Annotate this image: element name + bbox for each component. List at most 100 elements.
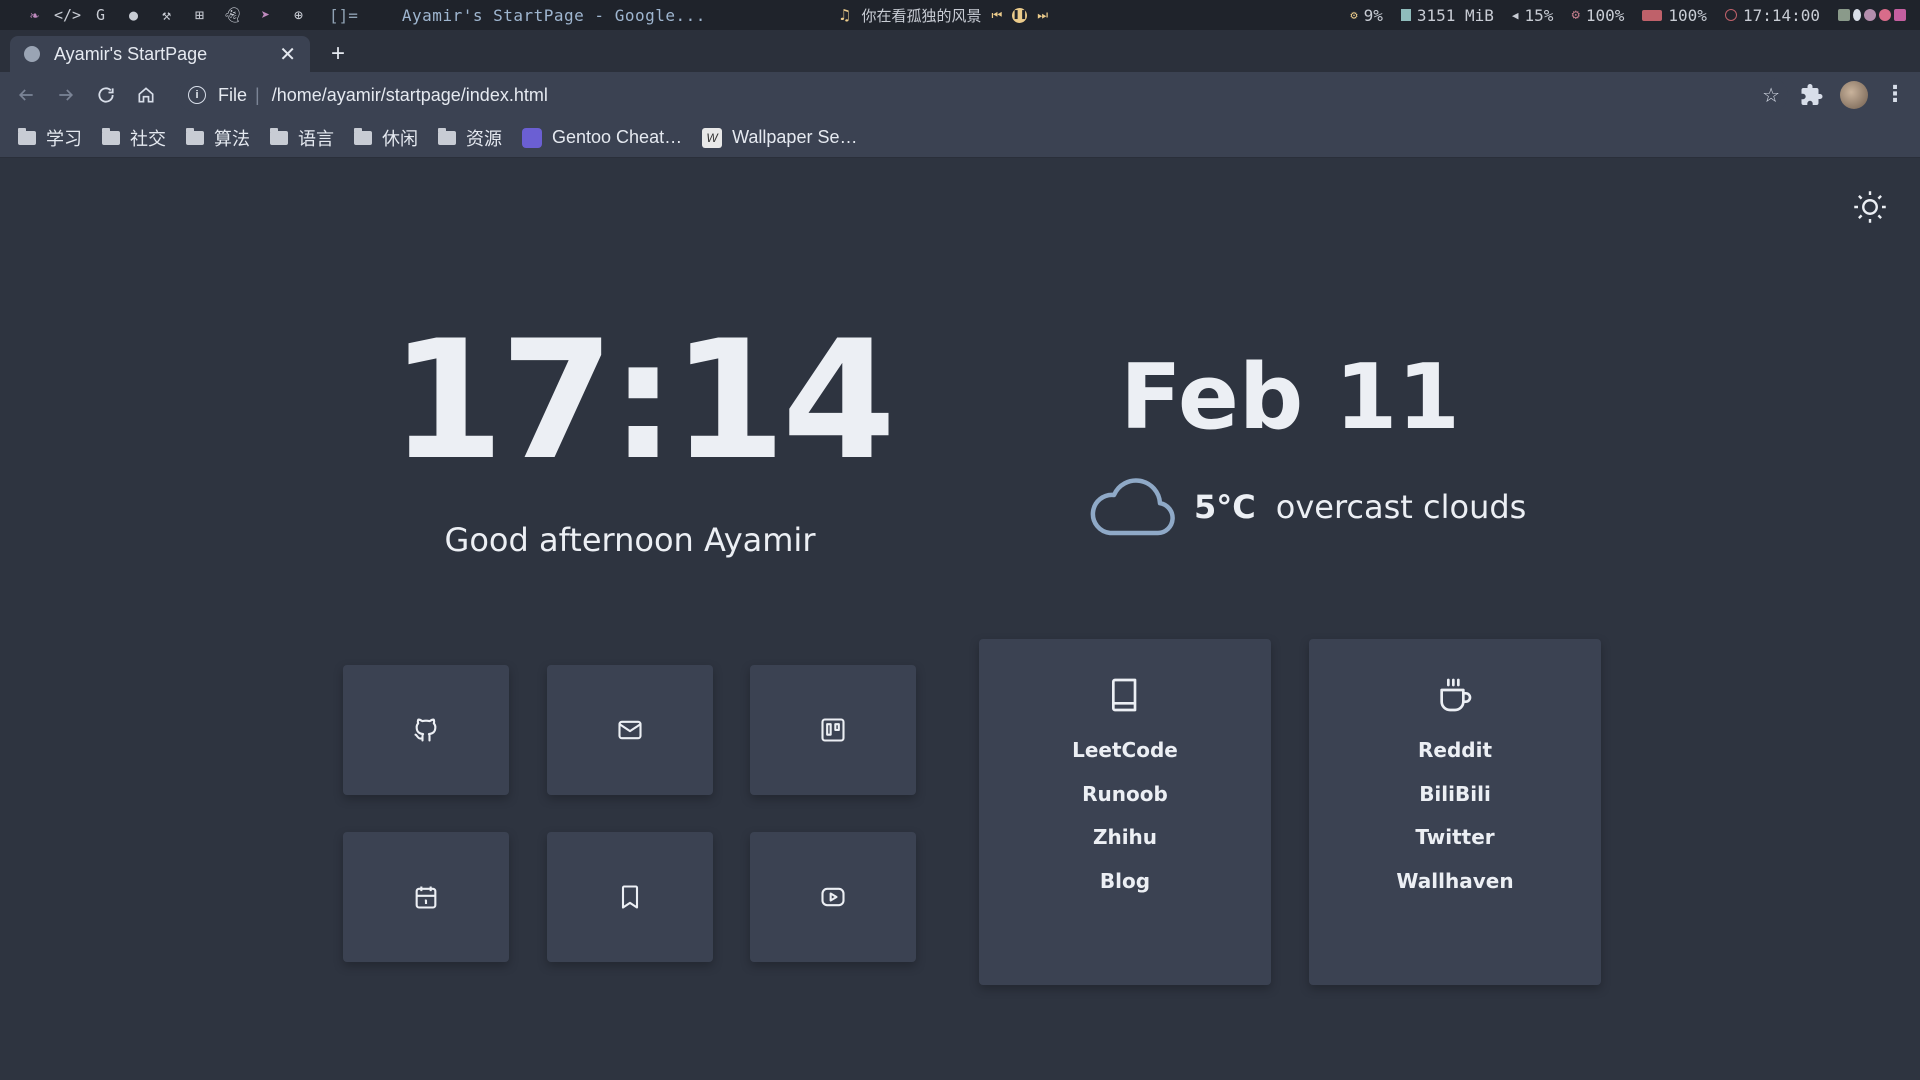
bookmark-folder[interactable]: 休闲 xyxy=(354,125,418,151)
brightness-value: 100% xyxy=(1585,5,1625,25)
link-blog[interactable]: Blog xyxy=(979,860,1271,904)
memory-icon xyxy=(1400,9,1411,21)
system-tray xyxy=(1838,9,1906,21)
bookmark-gentoo[interactable]: Gentoo Cheat… xyxy=(522,127,682,148)
sun-icon[interactable] xyxy=(1852,189,1888,225)
youtube-icon xyxy=(821,887,845,907)
trello-icon xyxy=(821,718,845,742)
leisure-links-card: Reddit BiliBili Twitter Wallhaven xyxy=(1309,639,1601,985)
system-time: 17:14:00 xyxy=(1742,5,1820,25)
weather: 5°C overcast clouds xyxy=(1088,471,1526,543)
bookmark-tile[interactable] xyxy=(547,832,713,962)
study-links-card: LeetCode Runoob Zhihu Blog xyxy=(979,639,1271,985)
github-tile[interactable] xyxy=(343,665,509,795)
forward-button[interactable] xyxy=(46,75,86,115)
youtube-tile[interactable] xyxy=(750,832,916,962)
clock-indicator: 17:14:00 xyxy=(1724,5,1820,25)
battery-indicator: 100% xyxy=(1642,6,1707,25)
gentoo-favicon-icon xyxy=(522,127,542,148)
arrow-right-icon xyxy=(59,89,74,101)
bookmark-folder[interactable]: 学习 xyxy=(18,125,82,151)
pause-icon[interactable]: ❚❚ xyxy=(1012,7,1027,23)
link-leetcode[interactable]: LeetCode xyxy=(979,729,1271,773)
link-zhihu[interactable]: Zhihu xyxy=(979,816,1271,860)
bookmark-label: 资源 xyxy=(466,128,502,149)
back-button[interactable] xyxy=(6,75,46,115)
wallpaper-favicon-icon: W xyxy=(702,127,723,148)
trello-tile[interactable] xyxy=(750,665,916,795)
calendar-icon xyxy=(415,886,437,909)
memory-indicator: 3151 MiB xyxy=(1400,5,1494,25)
folder-icon xyxy=(186,127,204,145)
bookmark-folder[interactable]: 社交 xyxy=(102,125,166,151)
tray-app-icon-2[interactable] xyxy=(1879,9,1891,21)
startpage: 17:14 Good afternoon Ayamir Feb 11 5°C o… xyxy=(0,159,1920,1080)
workspace-list: ❧ </> G ● ⚒ ⊞ 👻︎ ➤ ⊕ xyxy=(0,0,315,30)
music-title: 你在看孤独的风景 xyxy=(861,6,982,25)
calendar-tile[interactable] xyxy=(343,832,509,962)
bookmark-label: 社交 xyxy=(130,128,166,149)
reload-icon xyxy=(98,87,114,103)
address-separator: | xyxy=(255,84,260,105)
workspace-telegram-icon[interactable]: ➤ xyxy=(249,0,282,30)
workspace-lock-icon[interactable]: ⊕ xyxy=(282,0,315,30)
system-status-bar: ❧ </> G ● ⚒ ⊞ 👻︎ ➤ ⊕ []= Ayamir's StartP… xyxy=(0,0,1920,30)
weather-description: overcast clouds xyxy=(1275,488,1527,526)
bookmark-wallpaper[interactable]: W Wallpaper Se… xyxy=(702,127,857,148)
cpu-value: 9% xyxy=(1363,5,1383,25)
address-bar[interactable]: i File | /home/ayamir/startpage/index.ht… xyxy=(178,78,1788,112)
mail-tile[interactable] xyxy=(547,665,713,795)
bookmark-folder[interactable]: 算法 xyxy=(186,125,250,151)
tab-title: Ayamir's StartPage xyxy=(54,43,208,64)
workspace-steam-icon[interactable]: ⚒ xyxy=(150,0,183,30)
tray-keyboard-icon[interactable] xyxy=(1838,9,1850,21)
layout-indicator[interactable]: []= xyxy=(329,6,358,25)
workspace-ghost-icon[interactable]: 👻︎ xyxy=(216,0,249,30)
volume-indicator[interactable]: ◀ 15% xyxy=(1512,6,1554,25)
home-button[interactable] xyxy=(126,75,166,115)
next-track-icon[interactable]: ⏭ xyxy=(1037,8,1048,23)
reload-button[interactable] xyxy=(86,75,126,115)
link-wallhaven[interactable]: Wallhaven xyxy=(1309,860,1601,904)
tab-startpage[interactable]: Ayamir's StartPage ✕ xyxy=(10,36,310,72)
close-tab-icon[interactable]: ✕ xyxy=(279,42,296,67)
link-runoob[interactable]: Runoob xyxy=(979,773,1271,817)
folder-icon xyxy=(270,127,288,145)
profile-avatar[interactable] xyxy=(1840,81,1868,109)
link-reddit[interactable]: Reddit xyxy=(1309,729,1601,773)
tray-location-icon[interactable] xyxy=(1853,9,1861,21)
brightness-indicator[interactable]: ⚙ 100% xyxy=(1571,6,1624,25)
bookmark-icon xyxy=(621,885,639,909)
battery-icon xyxy=(1642,9,1663,21)
volume-value: 15% xyxy=(1524,5,1554,25)
status-indicators: ⚙ 9% 3151 MiB ◀ 15% ⚙ 100% 100% 17:14:00 xyxy=(1350,6,1906,25)
workspace-gentoo-icon[interactable]: ❧ xyxy=(18,0,51,30)
previous-track-icon[interactable]: ⏮ xyxy=(991,8,1002,23)
mail-icon xyxy=(618,720,642,740)
greeting: Good afternoon Ayamir xyxy=(444,521,816,559)
extensions-icon[interactable] xyxy=(1800,83,1824,107)
folder-icon xyxy=(438,127,456,145)
menu-kebab-icon[interactable]: ⋮ xyxy=(1884,81,1906,107)
bookmark-folder[interactable]: 资源 xyxy=(438,125,502,151)
workspace-google-icon[interactable]: G xyxy=(84,0,117,30)
tray-app-icon-3[interactable] xyxy=(1894,9,1906,21)
window-title: Ayamir's StartPage - Google... xyxy=(401,5,706,25)
bookmark-label: Wallpaper Se… xyxy=(732,127,858,147)
clock: 17:14 xyxy=(390,305,896,496)
bookmark-label: Gentoo Cheat… xyxy=(552,127,683,147)
workspace-windows-icon[interactable]: ⊞ xyxy=(183,0,216,30)
coffee-icon xyxy=(1440,678,1472,712)
bookmark-folder[interactable]: 语言 xyxy=(270,125,334,151)
link-bilibili[interactable]: BiliBili xyxy=(1309,773,1601,817)
bookmark-star-icon[interactable]: ☆ xyxy=(1762,83,1780,108)
memory-value: 3151 MiB xyxy=(1416,5,1494,25)
new-tab-button[interactable]: + xyxy=(325,40,351,68)
link-twitter[interactable]: Twitter xyxy=(1309,816,1601,860)
tab-favicon xyxy=(24,46,40,62)
workspace-spotify-icon[interactable]: ● xyxy=(117,0,150,30)
tray-app-icon[interactable] xyxy=(1864,9,1876,21)
address-scheme: File xyxy=(218,84,248,105)
info-icon[interactable]: i xyxy=(188,86,206,104)
workspace-code-icon[interactable]: </> xyxy=(51,0,84,30)
